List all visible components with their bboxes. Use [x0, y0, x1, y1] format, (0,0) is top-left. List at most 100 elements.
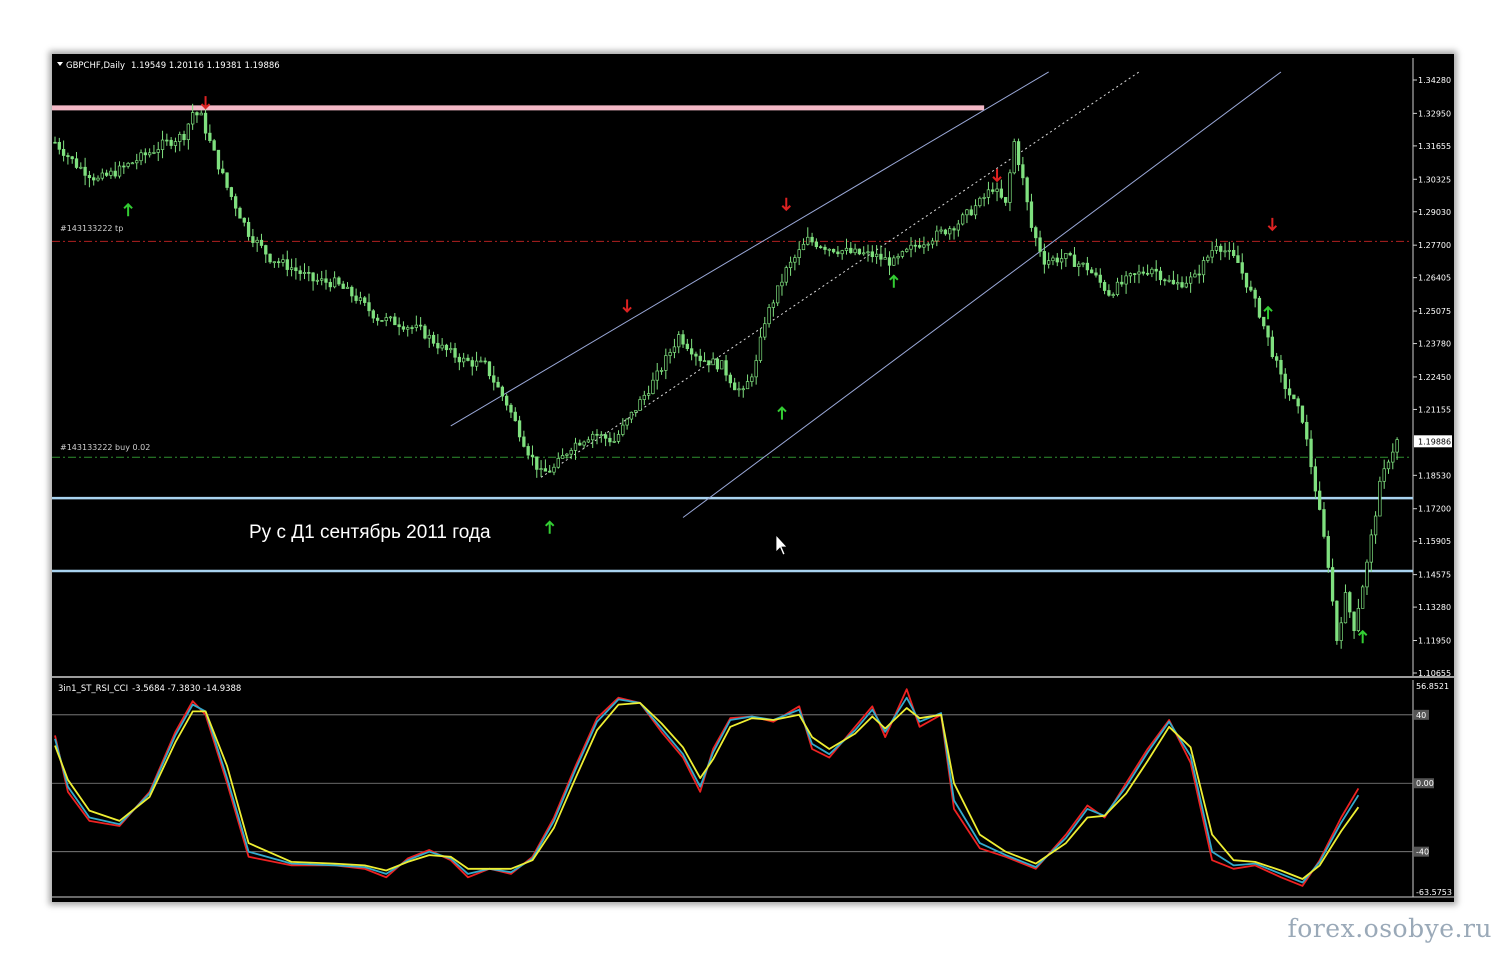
candle-body — [294, 267, 298, 272]
candle-body — [1102, 282, 1107, 291]
indicator-tick-label: -63.5753 — [1416, 888, 1452, 897]
candle-body — [948, 228, 952, 235]
candle-body — [513, 411, 517, 422]
chart-window: 1.34280 1.32950 1.31655 1.30325 1.29030 1.277… — [52, 54, 1454, 902]
candle-body — [573, 442, 578, 451]
candle-body — [1283, 373, 1287, 390]
candle-body — [634, 410, 638, 413]
candle-body — [367, 302, 371, 312]
candle-body — [87, 175, 92, 179]
candle-body — [1300, 405, 1305, 423]
candle-body — [612, 440, 616, 443]
symbol-label: GBPCHF,Daily 1.19549 1.20116 1.19381 1.19… — [66, 61, 280, 71]
candle-body — [285, 259, 289, 270]
price-tick-label: 1.32950 — [1418, 109, 1451, 118]
candle-body — [810, 236, 814, 243]
candle-body — [337, 277, 341, 285]
candle-body — [694, 353, 698, 357]
price-tick-label: 1.17200 — [1418, 505, 1451, 514]
candle-body — [246, 221, 251, 237]
price-tick-label: 1.22450 — [1418, 373, 1451, 382]
candle-body — [1270, 336, 1274, 357]
candle-body — [862, 252, 866, 255]
candle-body — [1391, 451, 1395, 463]
candle-body — [879, 253, 883, 260]
candle-body — [677, 334, 681, 348]
candle-body — [1154, 268, 1158, 272]
price-tick-label: 1.14575 — [1418, 571, 1451, 580]
candle-body — [328, 282, 332, 288]
candle-body — [509, 404, 513, 413]
candle-body — [281, 259, 285, 263]
candle-body — [1231, 249, 1236, 256]
candle-body — [229, 187, 234, 197]
price-tick-label: 1.18530 — [1418, 471, 1451, 480]
candle-body — [991, 189, 995, 192]
candle-body — [1072, 254, 1077, 267]
candle-body — [689, 348, 694, 355]
candle-body — [100, 172, 104, 179]
candle-body — [1008, 172, 1012, 203]
candle-body — [1219, 245, 1223, 252]
tp-order-label[interactable]: #143133222 tp — [60, 224, 123, 233]
candle-body — [221, 168, 225, 174]
candle-body — [449, 348, 453, 351]
candle-body — [414, 324, 418, 328]
candle-body — [1141, 271, 1145, 274]
candle-body — [621, 424, 625, 435]
chart-svg[interactable]: 1.34280 1.32950 1.31655 1.30325 1.29030 1.277… — [52, 54, 1454, 902]
candle-body — [857, 248, 862, 255]
candle-body — [900, 251, 905, 257]
candle-body — [724, 360, 728, 376]
candle-body — [1021, 164, 1025, 179]
candle-body — [578, 442, 582, 446]
candle-body — [354, 295, 358, 301]
candle-body — [853, 248, 857, 254]
candle-body — [870, 251, 874, 258]
candle-body — [917, 245, 922, 248]
candle-body — [74, 158, 79, 168]
candle-body — [96, 177, 100, 181]
candle-body — [599, 434, 603, 437]
candle-body — [1034, 227, 1038, 239]
candle-body — [909, 244, 913, 250]
candle-body — [1167, 279, 1171, 282]
candle-body — [1145, 272, 1150, 275]
price-tick-label: 1.31655 — [1418, 142, 1451, 151]
indicator-tick-label: -40 — [1416, 848, 1429, 857]
candle-body — [462, 357, 466, 363]
candle-body — [1004, 197, 1008, 203]
watermark-text: forex.osobye.ru — [1287, 914, 1492, 943]
candle-body — [1262, 316, 1266, 327]
candle-body — [1124, 275, 1128, 285]
candle-body — [92, 177, 96, 181]
candle-body — [849, 247, 853, 254]
candle-body — [401, 326, 406, 330]
candle-body — [259, 239, 264, 246]
buy-order-label[interactable]: #143133222 buy 0.02 — [60, 443, 150, 452]
candle-body — [350, 286, 354, 297]
indicator-tick-label: 56.8521 — [1416, 682, 1449, 691]
candle-body — [552, 466, 556, 473]
candle-body — [1163, 279, 1167, 282]
annotation-text[interactable]: Ру с Д1 сентябрь 2011 года — [249, 522, 491, 543]
candle-body — [242, 217, 246, 223]
candle-body — [470, 360, 474, 367]
candle-body — [1188, 276, 1193, 284]
candle-body — [560, 455, 565, 459]
candle-body — [702, 360, 707, 363]
candle-body — [122, 165, 126, 168]
candle-body — [418, 324, 423, 327]
candle-body — [995, 188, 999, 192]
candle-body — [831, 248, 836, 253]
candle-body — [406, 327, 410, 330]
candle-body — [1335, 600, 1339, 641]
price-tick-label: 1.25075 — [1418, 307, 1451, 316]
candle-body — [1085, 262, 1090, 271]
candle-body — [380, 320, 384, 322]
candle-body — [483, 360, 487, 363]
candle-body — [234, 196, 238, 209]
candle-body — [969, 209, 973, 216]
candle-body — [216, 149, 221, 170]
candle-body — [1305, 421, 1309, 440]
